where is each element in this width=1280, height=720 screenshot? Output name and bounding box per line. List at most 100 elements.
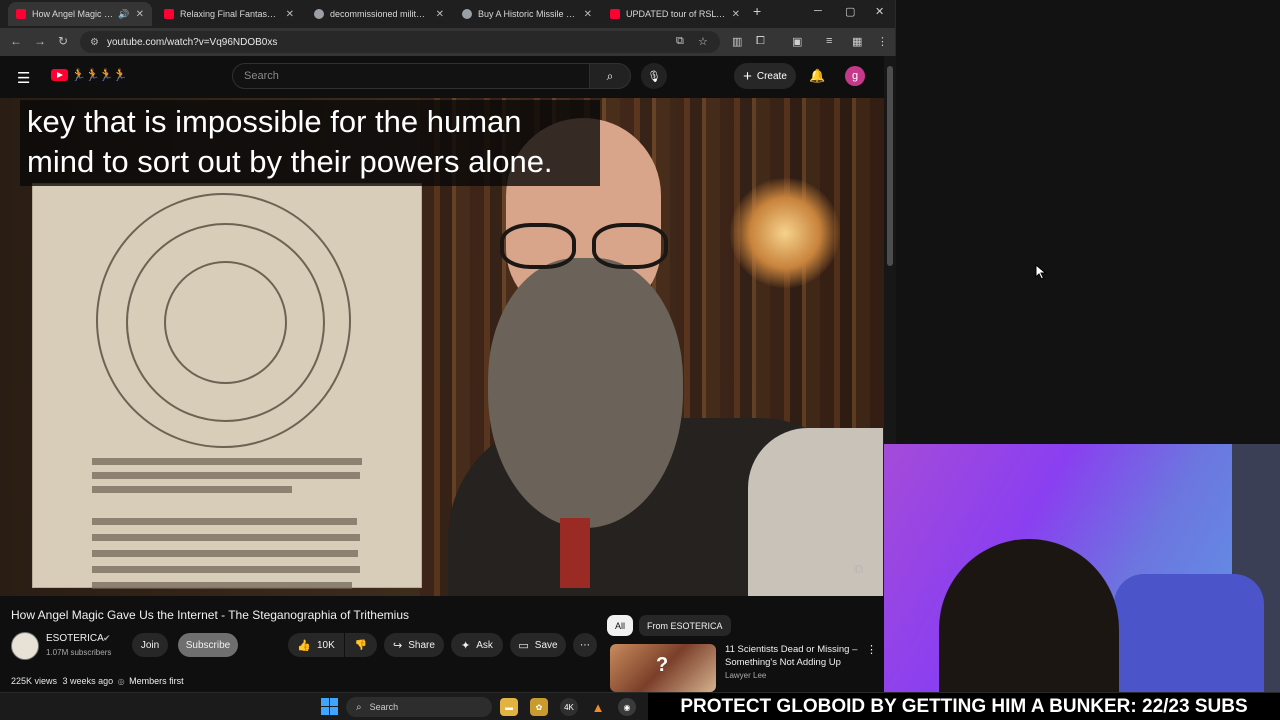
back-icon[interactable]: ← [10, 34, 22, 48]
account-avatar[interactable]: g [845, 66, 865, 86]
chip-from-esoterica[interactable]: From ESOTERICA [639, 615, 731, 636]
globe-favicon-icon [462, 9, 472, 19]
search-placeholder: Search [244, 70, 279, 82]
youtube-page: ☰ 🏃🏃🏃🏃 Search ⌕ 🎙 + Create 🔔 g key that … [0, 56, 884, 692]
tab-close-icon[interactable]: ✕ [436, 9, 444, 20]
search-icon: ⌕ [356, 701, 362, 713]
share-button[interactable]: ↪ Share [384, 633, 444, 657]
recommendation-thumbnail[interactable]: ? [610, 644, 716, 692]
obs-icon[interactable]: ◉ [618, 698, 636, 716]
tab-decommissioned-military[interactable]: decommissioned military bu ✕ [306, 2, 452, 26]
view-count: 225K views [11, 676, 58, 686]
recommendation-more-icon[interactable]: ⋮ [866, 643, 877, 656]
tab-close-icon[interactable]: ✕ [584, 9, 592, 20]
speaker-icon[interactable]: 🔊 [118, 9, 129, 20]
tab-missile-base[interactable]: Buy A Historic Missile Base V ✕ [454, 2, 600, 26]
tab-rsl-tour[interactable]: UPDATED tour of RSL #2 Fe ✕ [602, 2, 748, 26]
voice-search-button[interactable]: 🎙 [641, 63, 667, 89]
caption-line-2: mind to sort out by their powers alone. [27, 144, 553, 179]
address-bar[interactable]: ⚙ youtube.com/watch?v=Vq96NDOB0xs [80, 31, 720, 53]
new-tab-button[interactable]: + [753, 3, 761, 19]
microphone-icon: 🎙 [647, 70, 661, 83]
subscribe-button[interactable]: Subscribe [178, 633, 238, 657]
youtube-favicon-icon [164, 9, 174, 19]
recommendation-channel[interactable]: Lawyer Lee [725, 671, 766, 680]
share-arrow-icon: ↪ [393, 639, 403, 652]
install-app-icon[interactable]: ⧉ [676, 35, 684, 48]
search-button[interactable]: ⌕ [589, 63, 631, 89]
channel-avatar[interactable] [11, 632, 39, 660]
video-meta[interactable]: 225K views 3 weeks ago ◎ Members first [11, 676, 184, 686]
masthead: ☰ 🏃🏃🏃🏃 Search ⌕ 🎙 + Create 🔔 g [0, 56, 884, 98]
bookmark-icon: ▭ [518, 639, 529, 652]
menu-kebab-icon[interactable]: ⋮ [877, 35, 888, 48]
upload-age: 3 weeks ago [62, 676, 114, 686]
thumbs-down-icon: 👎 [354, 639, 368, 651]
sparkle-icon: ✦ [461, 639, 471, 652]
browser-toolbar: ← → ↻ ⚙ youtube.com/watch?v=Vq96NDOB0xs … [0, 28, 895, 56]
more-actions-button[interactable]: ⋯ [573, 633, 597, 657]
dislike-button[interactable]: 👎 [345, 633, 377, 657]
video-title: How Angel Magic Gave Us the Internet - T… [11, 608, 409, 622]
more-horizontal-icon: ⋯ [580, 639, 590, 651]
tab-strip: How Angel Magic Gave 🔊 ✕ Relaxing Final … [0, 0, 895, 28]
site-info-icon[interactable]: ⚙ [90, 37, 99, 48]
extensions-icon[interactable]: ⧠ [756, 35, 765, 48]
webcam-overlay [884, 444, 1280, 692]
reading-list-icon[interactable]: ▥ [732, 35, 742, 48]
ask-button[interactable]: ✦ Ask [451, 633, 503, 657]
media-control-icon[interactable]: ≡ [826, 35, 832, 47]
split-view-icon[interactable]: ▣ [792, 35, 802, 48]
vlc-icon[interactable]: ▲ [589, 698, 607, 716]
members-first-label: Members first [129, 676, 184, 686]
close-window-icon[interactable]: ✕ [875, 5, 884, 18]
like-button[interactable]: 👍 10K [288, 633, 344, 657]
tab-how-angel-magic[interactable]: How Angel Magic Gave 🔊 ✕ [8, 2, 152, 26]
save-button[interactable]: ▭ Save [510, 633, 566, 657]
minimize-icon[interactable]: ─ [814, 5, 822, 17]
url-text: youtube.com/watch?v=Vq96NDOB0xs [106, 36, 278, 48]
members-icon: ◎ [117, 677, 125, 686]
stream-banner: PROTECT GLOBOID BY GETTING HIM A BUNKER:… [648, 693, 1280, 720]
video-player[interactable]: key that is impossible for the human min… [0, 98, 884, 596]
taskbar-search[interactable]: ⌕ Search [346, 697, 492, 717]
join-button[interactable]: Join [132, 633, 168, 657]
bookmark-star-icon[interactable]: ☆ [698, 35, 708, 48]
tab-close-icon[interactable]: ✕ [136, 9, 144, 20]
recommendation-title[interactable]: 11 Scientists Dead or Missing – Somethin… [725, 643, 865, 669]
search-icon: ⌕ [606, 68, 614, 83]
youtube-favicon-icon [610, 9, 620, 19]
app-icon-4k[interactable]: 4K [560, 698, 578, 716]
miniplayer-icon[interactable]: ⧉ [854, 561, 863, 577]
caption-line-1: key that is impossible for the human [27, 104, 522, 139]
search-input[interactable]: Search [232, 63, 590, 89]
verified-icon: ✔ [103, 633, 111, 643]
profile-icon[interactable]: ▦ [852, 35, 862, 48]
chip-all[interactable]: All [607, 615, 634, 636]
hamburger-menu-icon[interactable]: ☰ [17, 69, 30, 87]
manuscript-wheel-diagram [96, 193, 351, 448]
tab-close-icon[interactable]: ✕ [286, 9, 294, 20]
screen: How Angel Magic Gave 🔊 ✕ Relaxing Final … [0, 0, 1280, 720]
notifications-bell-icon[interactable]: 🔔 [809, 68, 825, 84]
forward-icon[interactable]: → [34, 34, 46, 48]
scrollbar-thumb[interactable] [887, 66, 893, 266]
maximize-icon[interactable]: ▢ [845, 5, 855, 18]
create-button[interactable]: + Create [734, 63, 796, 89]
logo-doodle[interactable]: 🏃🏃🏃🏃 [71, 68, 128, 82]
subscriber-count: 1.07M subscribers [46, 648, 112, 657]
video-caption: key that is impossible for the human min… [20, 100, 600, 186]
plus-icon: + [743, 67, 752, 85]
thumbs-up-icon: 👍 [297, 639, 311, 652]
youtube-favicon-icon [16, 9, 26, 19]
file-explorer-icon[interactable]: ▬ [500, 698, 518, 716]
windows-start-icon[interactable] [321, 698, 338, 715]
youtube-logo-icon[interactable] [51, 69, 68, 81]
tab-close-icon[interactable]: ✕ [732, 9, 740, 20]
app-icon-gold[interactable]: ✿ [530, 698, 548, 716]
tab-relaxing-ff7[interactable]: Relaxing Final Fantasy 7 Mu ✕ [156, 2, 302, 26]
channel-name[interactable]: ESOTERICA [46, 633, 104, 644]
google-favicon-icon [314, 9, 324, 19]
reload-icon[interactable]: ↻ [58, 34, 68, 48]
create-label: Create [756, 70, 787, 82]
